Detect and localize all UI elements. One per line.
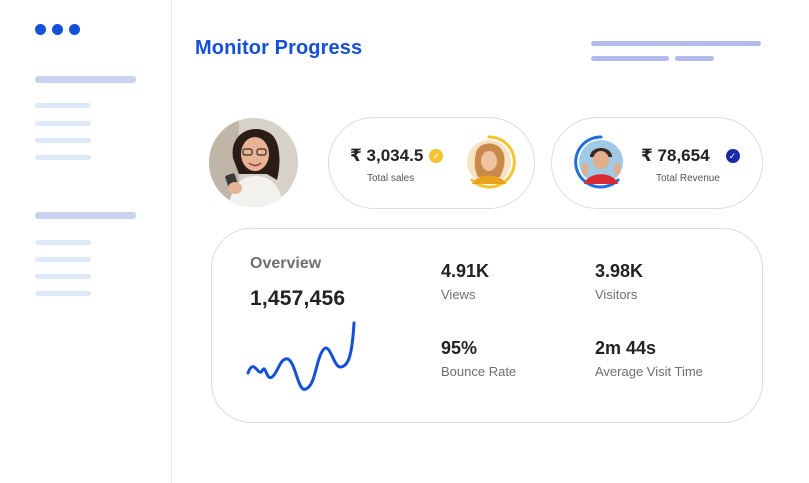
header-placeholder-line: [591, 41, 761, 46]
total-sales-amount: ₹ 3,034.5: [350, 146, 424, 165]
views-label: Views: [441, 287, 476, 302]
sidebar-item[interactable]: [35, 155, 91, 160]
total-sales-card[interactable]: ₹ 3,034.5 ✓ Total sales: [328, 117, 535, 209]
total-revenue-value: ₹ 78,654 ✓: [641, 146, 740, 166]
bounce-rate-value: 95%: [441, 338, 478, 358]
overview-card: Overview 1,457,456 4.91K Views 3.98K Vis…: [211, 228, 763, 423]
sidebar-item[interactable]: [35, 274, 91, 279]
total-revenue-amount: ₹ 78,654: [641, 146, 710, 165]
sidebar-item[interactable]: [35, 240, 91, 245]
check-icon: ✓: [725, 149, 740, 163]
menu-dots-icon[interactable]: [35, 24, 80, 35]
sidebar-item[interactable]: [35, 121, 91, 126]
header-placeholder-line: [675, 56, 714, 61]
sidebar-item[interactable]: [35, 257, 91, 262]
visitors-label: Visitors: [595, 287, 638, 302]
total-sales-label: Total sales: [367, 173, 415, 184]
sidebar-section-heading[interactable]: [35, 212, 136, 219]
views-value: 4.91K: [441, 261, 490, 281]
check-icon: ✓: [429, 149, 444, 163]
overview-title: Overview: [250, 255, 322, 272]
total-revenue-label: Total Revenue: [656, 173, 720, 184]
sparkline-chart: [246, 321, 356, 391]
sidebar-item[interactable]: [35, 103, 91, 108]
average-visit-time-label: Average Visit Time: [595, 364, 703, 379]
bounce-rate-label: Bounce Rate: [441, 364, 517, 379]
overview-total: 1,457,456: [250, 287, 346, 310]
user-avatar[interactable]: [209, 118, 298, 207]
visitors-value: 3.98K: [595, 261, 644, 281]
customer-avatar: [574, 135, 623, 189]
sidebar: [0, 0, 172, 483]
sidebar-item[interactable]: [35, 138, 91, 143]
total-revenue-card[interactable]: ₹ 78,654 ✓ Total Revenue: [551, 117, 763, 209]
header-placeholder-line: [591, 56, 669, 61]
average-visit-time-value: 2m 44s: [595, 338, 657, 358]
sidebar-item[interactable]: [35, 291, 91, 296]
sidebar-section-heading[interactable]: [35, 76, 136, 83]
page-title: Monitor Progress: [195, 37, 363, 59]
customer-avatar: [467, 135, 516, 189]
total-sales-value: ₹ 3,034.5 ✓: [350, 146, 444, 166]
